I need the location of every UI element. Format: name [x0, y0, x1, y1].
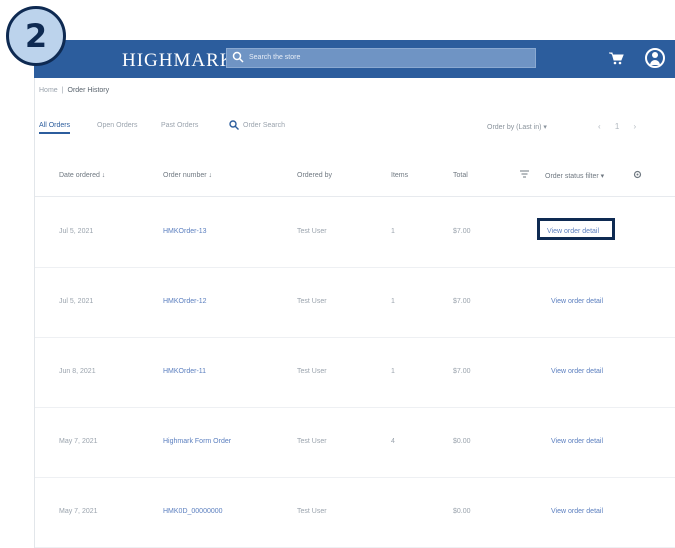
- pagination[interactable]: ‹ 1 ›: [598, 122, 642, 131]
- table-row: Jul 5, 2021 HMKOrder-13 Test User 1 $7.0…: [35, 197, 675, 268]
- account-icon[interactable]: [645, 48, 665, 68]
- search-icon: [232, 51, 244, 63]
- column-total: Total: [453, 172, 468, 179]
- order-total: $7.00: [453, 368, 471, 375]
- item-count: 1: [391, 298, 395, 305]
- column-date[interactable]: Date ordered ↓: [59, 172, 105, 179]
- column-items: Items: [391, 172, 409, 179]
- view-order-detail-link[interactable]: View order detail: [551, 368, 603, 375]
- ordered-by: Test User: [297, 368, 327, 375]
- step-number: 2: [24, 17, 48, 55]
- order-total: $0.00: [453, 508, 471, 515]
- order-search-placeholder: Order Search: [243, 121, 286, 129]
- order-date: Jun 8, 2021: [59, 368, 96, 375]
- order-history-panel: Home | Order History All Orders Open Order…: [34, 78, 675, 548]
- filter-icon[interactable]: [520, 170, 529, 179]
- table-row: May 7, 2021 HMK0D_00000000 Test User $0.…: [35, 477, 675, 548]
- item-count: 1: [391, 228, 395, 235]
- search-icon: [229, 120, 239, 130]
- order-date: May 7, 2021: [59, 438, 98, 445]
- tab-all-orders[interactable]: All Orders: [39, 122, 71, 134]
- highmark-logo[interactable]: HIGHMARK: [122, 50, 235, 72]
- tab-open-orders[interactable]: Open Orders: [97, 122, 137, 129]
- order-date: May 7, 2021: [59, 508, 98, 515]
- column-status-filter[interactable]: Order status filter ▾: [545, 172, 604, 180]
- cart-icon[interactable]: [608, 51, 624, 65]
- order-number[interactable]: HMKOrder-13: [163, 228, 207, 235]
- order-total: $0.00: [453, 438, 471, 445]
- orders-table: Jul 5, 2021 HMKOrder-13 Test User 1 $7.0…: [35, 196, 675, 548]
- top-navigation-bar: HIGHMARK Search the store: [34, 40, 675, 78]
- table-header: Date ordered ↓ Order number ↓ Ordered by…: [35, 170, 675, 192]
- tab-past-orders[interactable]: Past Orders: [161, 122, 198, 129]
- order-total: $7.00: [453, 228, 471, 235]
- table-row: Jul 5, 2021 HMKOrder-12 Test User 1 $7.0…: [35, 267, 675, 338]
- order-number[interactable]: Highmark Form Order: [163, 438, 231, 445]
- settings-icon[interactable]: [633, 170, 642, 179]
- order-number[interactable]: HMKOrder-11: [163, 368, 206, 375]
- highlight-box: [537, 218, 615, 240]
- item-count: 1: [391, 368, 395, 375]
- order-total: $7.00: [453, 298, 471, 305]
- view-order-detail-link[interactable]: View order detail: [551, 298, 603, 305]
- order-number[interactable]: HMK0D_00000000: [163, 508, 223, 515]
- view-order-detail-link[interactable]: View order detail: [551, 508, 603, 515]
- ordered-by: Test User: [297, 438, 327, 445]
- breadcrumb-home[interactable]: Home: [39, 87, 58, 94]
- table-row: Jun 8, 2021 HMKOrder-11 Test User 1 $7.0…: [35, 337, 675, 408]
- ordered-by: Test User: [297, 508, 327, 515]
- order-date: Jul 5, 2021: [59, 298, 94, 305]
- column-order-number[interactable]: Order number ↓: [163, 172, 212, 179]
- order-number[interactable]: HMKOrder-12: [163, 298, 207, 305]
- step-number-badge: 2: [6, 6, 66, 66]
- sort-select[interactable]: Order by (Last in) ▾: [487, 123, 547, 131]
- item-count: 4: [391, 438, 395, 445]
- order-date: Jul 5, 2021: [59, 228, 94, 235]
- ordered-by: Test User: [297, 298, 327, 305]
- table-row: May 7, 2021 Highmark Form Order Test Use…: [35, 407, 675, 478]
- order-search-input[interactable]: Order Search: [229, 120, 285, 130]
- search-placeholder: Search the store: [249, 54, 301, 61]
- breadcrumb-current: Order History: [67, 87, 110, 94]
- view-order-detail-link[interactable]: View order detail: [551, 438, 603, 445]
- breadcrumb: Home | Order History: [39, 87, 110, 94]
- column-ordered-by: Ordered by: [297, 172, 333, 179]
- ordered-by: Test User: [297, 228, 327, 235]
- store-search-input[interactable]: Search the store: [226, 48, 536, 68]
